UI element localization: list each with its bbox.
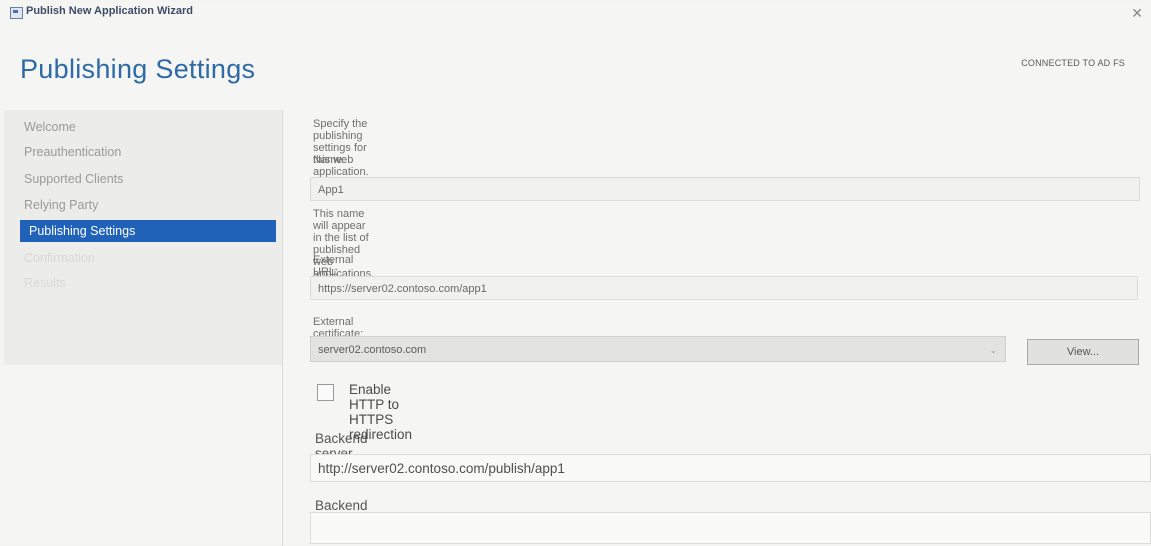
sidebar-item-welcome[interactable]: Welcome	[24, 116, 76, 138]
sidebar-item-confirmation: Confirmation	[24, 251, 95, 265]
content-divider	[282, 110, 283, 546]
page-title: Publishing Settings	[20, 54, 256, 84]
backend-url-input[interactable]: http://server02.contoso.com/publish/app1	[310, 454, 1151, 482]
sidebar-item-results: Results	[24, 276, 66, 290]
instructions-text: Specify the publishing settings for this…	[313, 118, 369, 178]
name-input[interactable]: App1	[310, 177, 1140, 201]
external-certificate-value: server02.contoso.com	[318, 344, 427, 356]
title-bar: Publish New Application Wizard ✕	[4, 2, 1147, 24]
sidebar-item-publishing-settings[interactable]: Publishing Settings	[20, 220, 276, 242]
backend-spn-input[interactable]	[310, 512, 1151, 544]
name-label: Name:	[313, 154, 346, 166]
http-redirect-checkbox[interactable]	[317, 384, 334, 401]
sidebar-item-relying-party[interactable]: Relying Party	[24, 194, 98, 216]
chevron-down-icon: ⌄	[989, 345, 997, 355]
close-icon[interactable]: ✕	[1131, 6, 1143, 20]
external-certificate-select[interactable]: server02.contoso.com ⌄	[310, 336, 1006, 362]
wizard-app-icon	[10, 7, 23, 19]
view-certificate-button[interactable]: View...	[1027, 339, 1139, 365]
wizard-steps-sidebar: Welcome Preauthentication Supported Clie…	[4, 110, 282, 365]
sidebar-item-supported-clients[interactable]: Supported Clients	[24, 168, 123, 190]
connection-status: CONNECTED TO AD FS	[1021, 58, 1125, 68]
external-url-input[interactable]: https://server02.contoso.com/app1	[310, 276, 1138, 300]
external-url-label: External URL:	[313, 254, 354, 278]
window-title: Publish New Application Wizard	[26, 5, 193, 17]
sidebar-item-preauthentication[interactable]: Preauthentication	[24, 141, 121, 163]
